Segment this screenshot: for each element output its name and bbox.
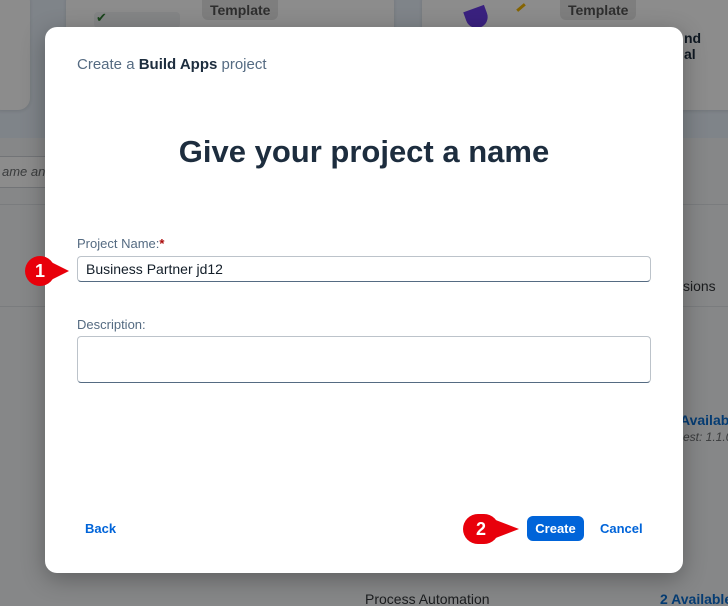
project-name-label-text: Project Name: bbox=[77, 236, 160, 251]
create-project-dialog: Create a Build Apps project Give your pr… bbox=[45, 27, 683, 573]
step-marker-1: 1 bbox=[25, 256, 77, 286]
back-button[interactable]: Back bbox=[77, 517, 124, 541]
description-label: Description: bbox=[77, 317, 146, 332]
step-marker-2: 2 bbox=[463, 514, 521, 544]
dialog-header-suffix: project bbox=[221, 56, 267, 73]
step-number: 2 bbox=[463, 514, 499, 544]
required-marker: * bbox=[159, 236, 165, 251]
dialog-header-product: Build Apps bbox=[138, 56, 218, 73]
project-name-label: Project Name:* bbox=[77, 236, 164, 251]
create-button[interactable]: Create bbox=[527, 516, 584, 541]
description-input[interactable] bbox=[77, 336, 651, 383]
dialog-header-prefix: Create a bbox=[77, 56, 135, 73]
step-number: 1 bbox=[25, 256, 55, 286]
dialog-header: Create a Build Apps project bbox=[77, 56, 267, 73]
cancel-button[interactable]: Cancel bbox=[592, 517, 651, 541]
project-name-input[interactable] bbox=[77, 256, 651, 282]
dialog-title: Give your project a name bbox=[178, 134, 550, 169]
